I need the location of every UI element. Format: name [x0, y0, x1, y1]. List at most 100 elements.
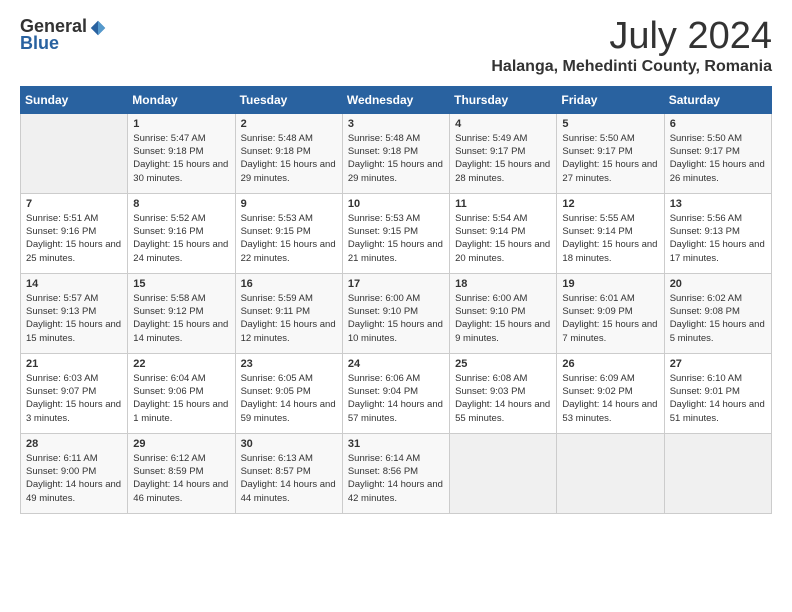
calendar-cell: 19 Sunrise: 6:01 AMSunset: 9:09 PMDaylig…: [557, 273, 664, 353]
day-number: 3: [348, 118, 444, 130]
day-info: Sunrise: 6:14 AMSunset: 8:56 PMDaylight:…: [348, 452, 444, 505]
calendar-cell: 13 Sunrise: 5:56 AMSunset: 9:13 PMDaylig…: [664, 193, 771, 273]
day-number: 19: [562, 278, 658, 290]
month-title: July 2024: [491, 16, 772, 58]
calendar-cell: 14 Sunrise: 5:57 AMSunset: 9:13 PMDaylig…: [21, 273, 128, 353]
col-header-tuesday: Tuesday: [235, 86, 342, 113]
day-info: Sunrise: 5:55 AMSunset: 9:14 PMDaylight:…: [562, 212, 658, 265]
day-number: 24: [348, 358, 444, 370]
calendar-cell: 17 Sunrise: 6:00 AMSunset: 9:10 PMDaylig…: [342, 273, 449, 353]
calendar-cell: [557, 433, 664, 513]
day-info: Sunrise: 5:53 AMSunset: 9:15 PMDaylight:…: [241, 212, 337, 265]
logo-blue: Blue: [20, 33, 59, 54]
day-number: 8: [133, 198, 229, 210]
calendar-cell: 5 Sunrise: 5:50 AMSunset: 9:17 PMDayligh…: [557, 113, 664, 193]
day-info: Sunrise: 6:13 AMSunset: 8:57 PMDaylight:…: [241, 452, 337, 505]
day-number: 28: [26, 438, 122, 450]
day-number: 15: [133, 278, 229, 290]
calendar-cell: 12 Sunrise: 5:55 AMSunset: 9:14 PMDaylig…: [557, 193, 664, 273]
day-info: Sunrise: 5:48 AMSunset: 9:18 PMDaylight:…: [348, 132, 444, 185]
calendar-cell: 21 Sunrise: 6:03 AMSunset: 9:07 PMDaylig…: [21, 353, 128, 433]
day-info: Sunrise: 6:00 AMSunset: 9:10 PMDaylight:…: [455, 292, 551, 345]
calendar-cell: 6 Sunrise: 5:50 AMSunset: 9:17 PMDayligh…: [664, 113, 771, 193]
col-header-wednesday: Wednesday: [342, 86, 449, 113]
day-info: Sunrise: 5:47 AMSunset: 9:18 PMDaylight:…: [133, 132, 229, 185]
day-info: Sunrise: 6:03 AMSunset: 9:07 PMDaylight:…: [26, 372, 122, 425]
calendar-cell: 11 Sunrise: 5:54 AMSunset: 9:14 PMDaylig…: [450, 193, 557, 273]
calendar-cell: 22 Sunrise: 6:04 AMSunset: 9:06 PMDaylig…: [128, 353, 235, 433]
day-number: 1: [133, 118, 229, 130]
day-info: Sunrise: 5:52 AMSunset: 9:16 PMDaylight:…: [133, 212, 229, 265]
col-header-sunday: Sunday: [21, 86, 128, 113]
day-number: 12: [562, 198, 658, 210]
day-info: Sunrise: 6:00 AMSunset: 9:10 PMDaylight:…: [348, 292, 444, 345]
col-header-friday: Friday: [557, 86, 664, 113]
calendar-cell: 4 Sunrise: 5:49 AMSunset: 9:17 PMDayligh…: [450, 113, 557, 193]
calendar-cell: 28 Sunrise: 6:11 AMSunset: 9:00 PMDaylig…: [21, 433, 128, 513]
calendar-cell: 18 Sunrise: 6:00 AMSunset: 9:10 PMDaylig…: [450, 273, 557, 353]
day-number: 26: [562, 358, 658, 370]
location-title: Halanga, Mehedinti County, Romania: [491, 58, 772, 76]
calendar-cell: [664, 433, 771, 513]
calendar-week-2: 7 Sunrise: 5:51 AMSunset: 9:16 PMDayligh…: [21, 193, 772, 273]
day-number: 13: [670, 198, 766, 210]
day-number: 16: [241, 278, 337, 290]
day-info: Sunrise: 5:56 AMSunset: 9:13 PMDaylight:…: [670, 212, 766, 265]
day-info: Sunrise: 6:06 AMSunset: 9:04 PMDaylight:…: [348, 372, 444, 425]
calendar-cell: 25 Sunrise: 6:08 AMSunset: 9:03 PMDaylig…: [450, 353, 557, 433]
day-info: Sunrise: 5:57 AMSunset: 9:13 PMDaylight:…: [26, 292, 122, 345]
col-header-saturday: Saturday: [664, 86, 771, 113]
day-info: Sunrise: 5:54 AMSunset: 9:14 PMDaylight:…: [455, 212, 551, 265]
calendar-table: SundayMondayTuesdayWednesdayThursdayFrid…: [20, 86, 772, 514]
title-block: July 2024 Halanga, Mehedinti County, Rom…: [491, 16, 772, 76]
col-header-thursday: Thursday: [450, 86, 557, 113]
calendar-cell: 3 Sunrise: 5:48 AMSunset: 9:18 PMDayligh…: [342, 113, 449, 193]
day-number: 23: [241, 358, 337, 370]
day-number: 2: [241, 118, 337, 130]
calendar-cell: 27 Sunrise: 6:10 AMSunset: 9:01 PMDaylig…: [664, 353, 771, 433]
page-header: General Blue July 2024 Halanga, Mehedint…: [20, 16, 772, 76]
day-info: Sunrise: 5:50 AMSunset: 9:17 PMDaylight:…: [670, 132, 766, 185]
day-number: 29: [133, 438, 229, 450]
day-info: Sunrise: 5:48 AMSunset: 9:18 PMDaylight:…: [241, 132, 337, 185]
calendar-cell: 10 Sunrise: 5:53 AMSunset: 9:15 PMDaylig…: [342, 193, 449, 273]
calendar-cell: [450, 433, 557, 513]
calendar-cell: [21, 113, 128, 193]
calendar-week-1: 1 Sunrise: 5:47 AMSunset: 9:18 PMDayligh…: [21, 113, 772, 193]
day-number: 10: [348, 198, 444, 210]
day-info: Sunrise: 6:05 AMSunset: 9:05 PMDaylight:…: [241, 372, 337, 425]
day-info: Sunrise: 6:08 AMSunset: 9:03 PMDaylight:…: [455, 372, 551, 425]
day-info: Sunrise: 6:04 AMSunset: 9:06 PMDaylight:…: [133, 372, 229, 425]
day-info: Sunrise: 6:11 AMSunset: 9:00 PMDaylight:…: [26, 452, 122, 505]
day-number: 14: [26, 278, 122, 290]
day-number: 9: [241, 198, 337, 210]
day-number: 25: [455, 358, 551, 370]
day-number: 21: [26, 358, 122, 370]
calendar-week-5: 28 Sunrise: 6:11 AMSunset: 9:00 PMDaylig…: [21, 433, 772, 513]
day-number: 18: [455, 278, 551, 290]
day-info: Sunrise: 5:53 AMSunset: 9:15 PMDaylight:…: [348, 212, 444, 265]
calendar-cell: 8 Sunrise: 5:52 AMSunset: 9:16 PMDayligh…: [128, 193, 235, 273]
day-number: 6: [670, 118, 766, 130]
logo: General Blue: [20, 16, 107, 54]
day-info: Sunrise: 6:10 AMSunset: 9:01 PMDaylight:…: [670, 372, 766, 425]
calendar-cell: 16 Sunrise: 5:59 AMSunset: 9:11 PMDaylig…: [235, 273, 342, 353]
day-number: 22: [133, 358, 229, 370]
day-info: Sunrise: 5:49 AMSunset: 9:17 PMDaylight:…: [455, 132, 551, 185]
calendar-cell: 29 Sunrise: 6:12 AMSunset: 8:59 PMDaylig…: [128, 433, 235, 513]
calendar-cell: 15 Sunrise: 5:58 AMSunset: 9:12 PMDaylig…: [128, 273, 235, 353]
logo-icon: [89, 19, 107, 37]
day-number: 20: [670, 278, 766, 290]
calendar-cell: 9 Sunrise: 5:53 AMSunset: 9:15 PMDayligh…: [235, 193, 342, 273]
day-number: 31: [348, 438, 444, 450]
calendar-cell: 30 Sunrise: 6:13 AMSunset: 8:57 PMDaylig…: [235, 433, 342, 513]
day-number: 4: [455, 118, 551, 130]
day-info: Sunrise: 6:01 AMSunset: 9:09 PMDaylight:…: [562, 292, 658, 345]
calendar-cell: 2 Sunrise: 5:48 AMSunset: 9:18 PMDayligh…: [235, 113, 342, 193]
day-number: 11: [455, 198, 551, 210]
day-number: 7: [26, 198, 122, 210]
calendar-cell: 1 Sunrise: 5:47 AMSunset: 9:18 PMDayligh…: [128, 113, 235, 193]
day-info: Sunrise: 5:50 AMSunset: 9:17 PMDaylight:…: [562, 132, 658, 185]
day-number: 5: [562, 118, 658, 130]
day-info: Sunrise: 6:12 AMSunset: 8:59 PMDaylight:…: [133, 452, 229, 505]
